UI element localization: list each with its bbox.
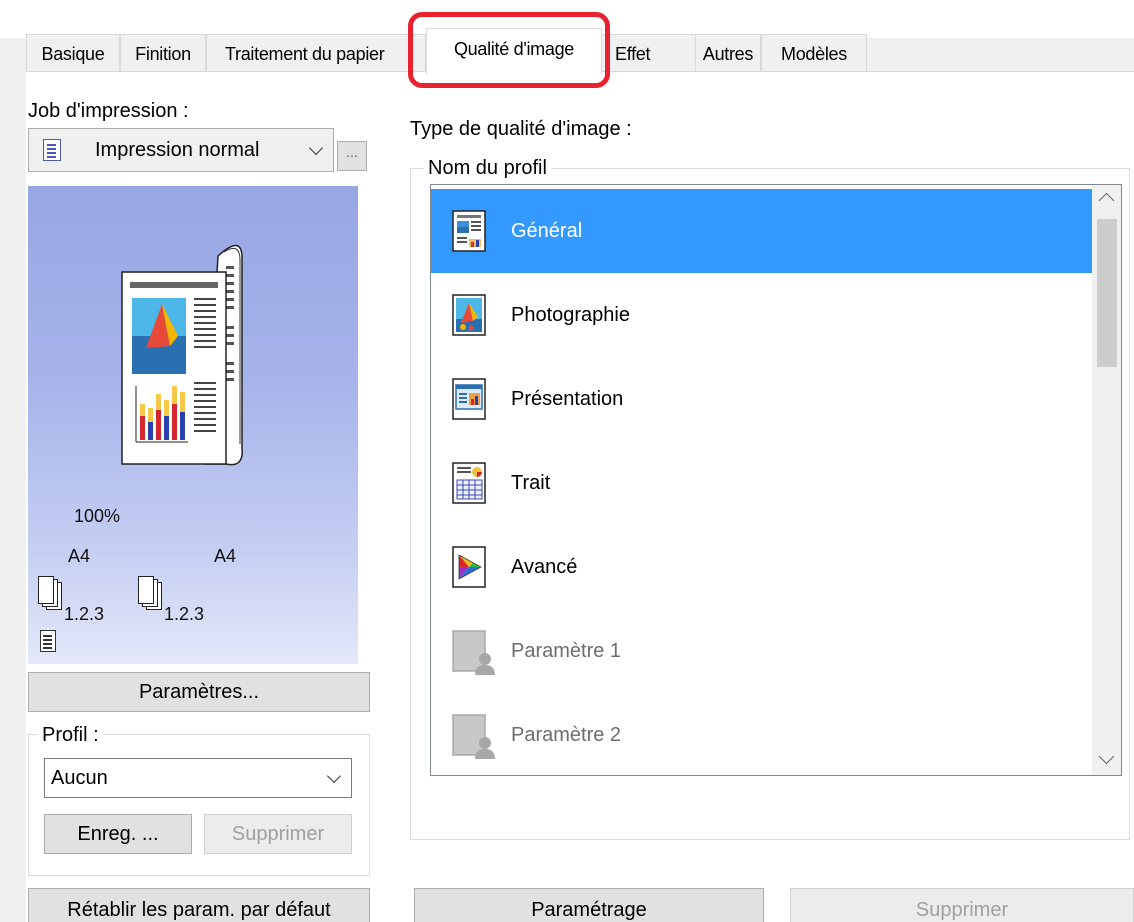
- tab-basique[interactable]: Basique: [26, 34, 120, 72]
- chevron-down-icon: [326, 768, 342, 784]
- preview-paper-output: A4: [214, 546, 237, 566]
- more-options-button[interactable]: ...: [337, 141, 367, 171]
- profile-name: Paramètre 2: [511, 724, 622, 746]
- profile-name: Trait: [511, 472, 551, 494]
- stacked-pages-icon: [138, 576, 164, 612]
- profile-name: Photographie: [511, 304, 630, 326]
- reset-defaults-button[interactable]: Rétablir les param. par défaut: [28, 888, 370, 922]
- setup-button[interactable]: Paramétrage: [414, 888, 764, 922]
- print-preview: 100% A4 A4 1.2.3 1.2.3: [28, 186, 358, 664]
- general-document-icon: [451, 209, 489, 253]
- delete-profile-button[interactable]: Supprimer: [204, 814, 352, 854]
- list-item-general[interactable]: Général: [431, 189, 1092, 273]
- profile-name: Paramètre 1: [511, 640, 622, 662]
- list-item-photographie[interactable]: Photographie: [431, 273, 1092, 357]
- custom-user-profile-icon: [451, 713, 495, 759]
- preview-order-output: 1.2.3: [164, 604, 205, 624]
- tab-label: Autres: [702, 44, 754, 64]
- profile-name: Avancé: [511, 556, 578, 578]
- advanced-color-icon: [451, 545, 489, 589]
- stacked-pages-icon: [38, 576, 64, 612]
- photograph-icon: [451, 293, 489, 337]
- document-icon: [43, 139, 61, 161]
- print-preferences-dialog: Basique Finition Traitement du papier Ef…: [0, 0, 1134, 922]
- presentation-icon: [451, 377, 489, 421]
- job-value: Impression normal: [95, 139, 260, 161]
- list-item-trait[interactable]: Trait: [431, 441, 1092, 525]
- list-vertical-scrollbar[interactable]: [1092, 185, 1121, 775]
- profile-name-group-title: Nom du profil: [424, 157, 551, 180]
- profile-value: Aucun: [51, 767, 108, 789]
- scroll-up-arrow-icon[interactable]: [1098, 192, 1115, 209]
- tab-autres[interactable]: Autres: [695, 34, 761, 72]
- scrollbar-thumb[interactable]: [1097, 219, 1117, 367]
- document-icon: [40, 630, 56, 652]
- list-item-parametre-2[interactable]: Paramètre 2: [431, 693, 1092, 775]
- custom-user-profile-icon: [451, 629, 495, 675]
- preview-scale: 100%: [74, 506, 121, 526]
- tab-modeles[interactable]: Modèles: [761, 34, 867, 72]
- list-item-presentation[interactable]: Présentation: [431, 357, 1092, 441]
- booklet-preview-illustration: [121, 244, 243, 466]
- save-profile-button[interactable]: Enreg. ...: [44, 814, 192, 854]
- list-item-avance[interactable]: Avancé: [431, 525, 1092, 609]
- tab-label: Traitement du papier: [225, 44, 385, 64]
- profile-groupbox: [28, 734, 370, 876]
- image-quality-type-label: Type de qualité d'image :: [410, 118, 632, 140]
- image-quality-profile-list[interactable]: Général Photographie Présentation Trait …: [430, 184, 1122, 776]
- tab-label: Effet: [615, 44, 651, 64]
- profile-name: Présentation: [511, 388, 624, 410]
- delete-image-quality-profile-button[interactable]: Supprimer: [790, 888, 1134, 922]
- job-dropdown[interactable]: Impression normal: [28, 128, 334, 172]
- chevron-down-icon: [308, 140, 324, 156]
- job-label: Job d'impression :: [28, 100, 189, 122]
- tab-effet[interactable]: Effet: [601, 34, 705, 72]
- profile-label: Profil :: [38, 724, 103, 747]
- tab-finition[interactable]: Finition: [120, 34, 206, 72]
- tab-traitement-du-papier[interactable]: Traitement du papier: [206, 34, 426, 72]
- preview-paper-input: A4: [68, 546, 91, 566]
- settings-button[interactable]: Paramètres...: [28, 672, 370, 712]
- line-art-icon: [451, 461, 489, 505]
- tab-label: Finition: [135, 44, 191, 64]
- active-tab-highlight-frame: [408, 12, 610, 88]
- profile-dropdown[interactable]: Aucun: [44, 758, 352, 798]
- preview-order-input: 1.2.3: [64, 604, 105, 624]
- tab-label: Modèles: [781, 44, 847, 64]
- scroll-down-arrow-icon[interactable]: [1098, 748, 1115, 765]
- profile-name: Général: [511, 220, 583, 242]
- tab-label: Basique: [41, 44, 105, 64]
- list-item-parametre-1[interactable]: Paramètre 1: [431, 609, 1092, 693]
